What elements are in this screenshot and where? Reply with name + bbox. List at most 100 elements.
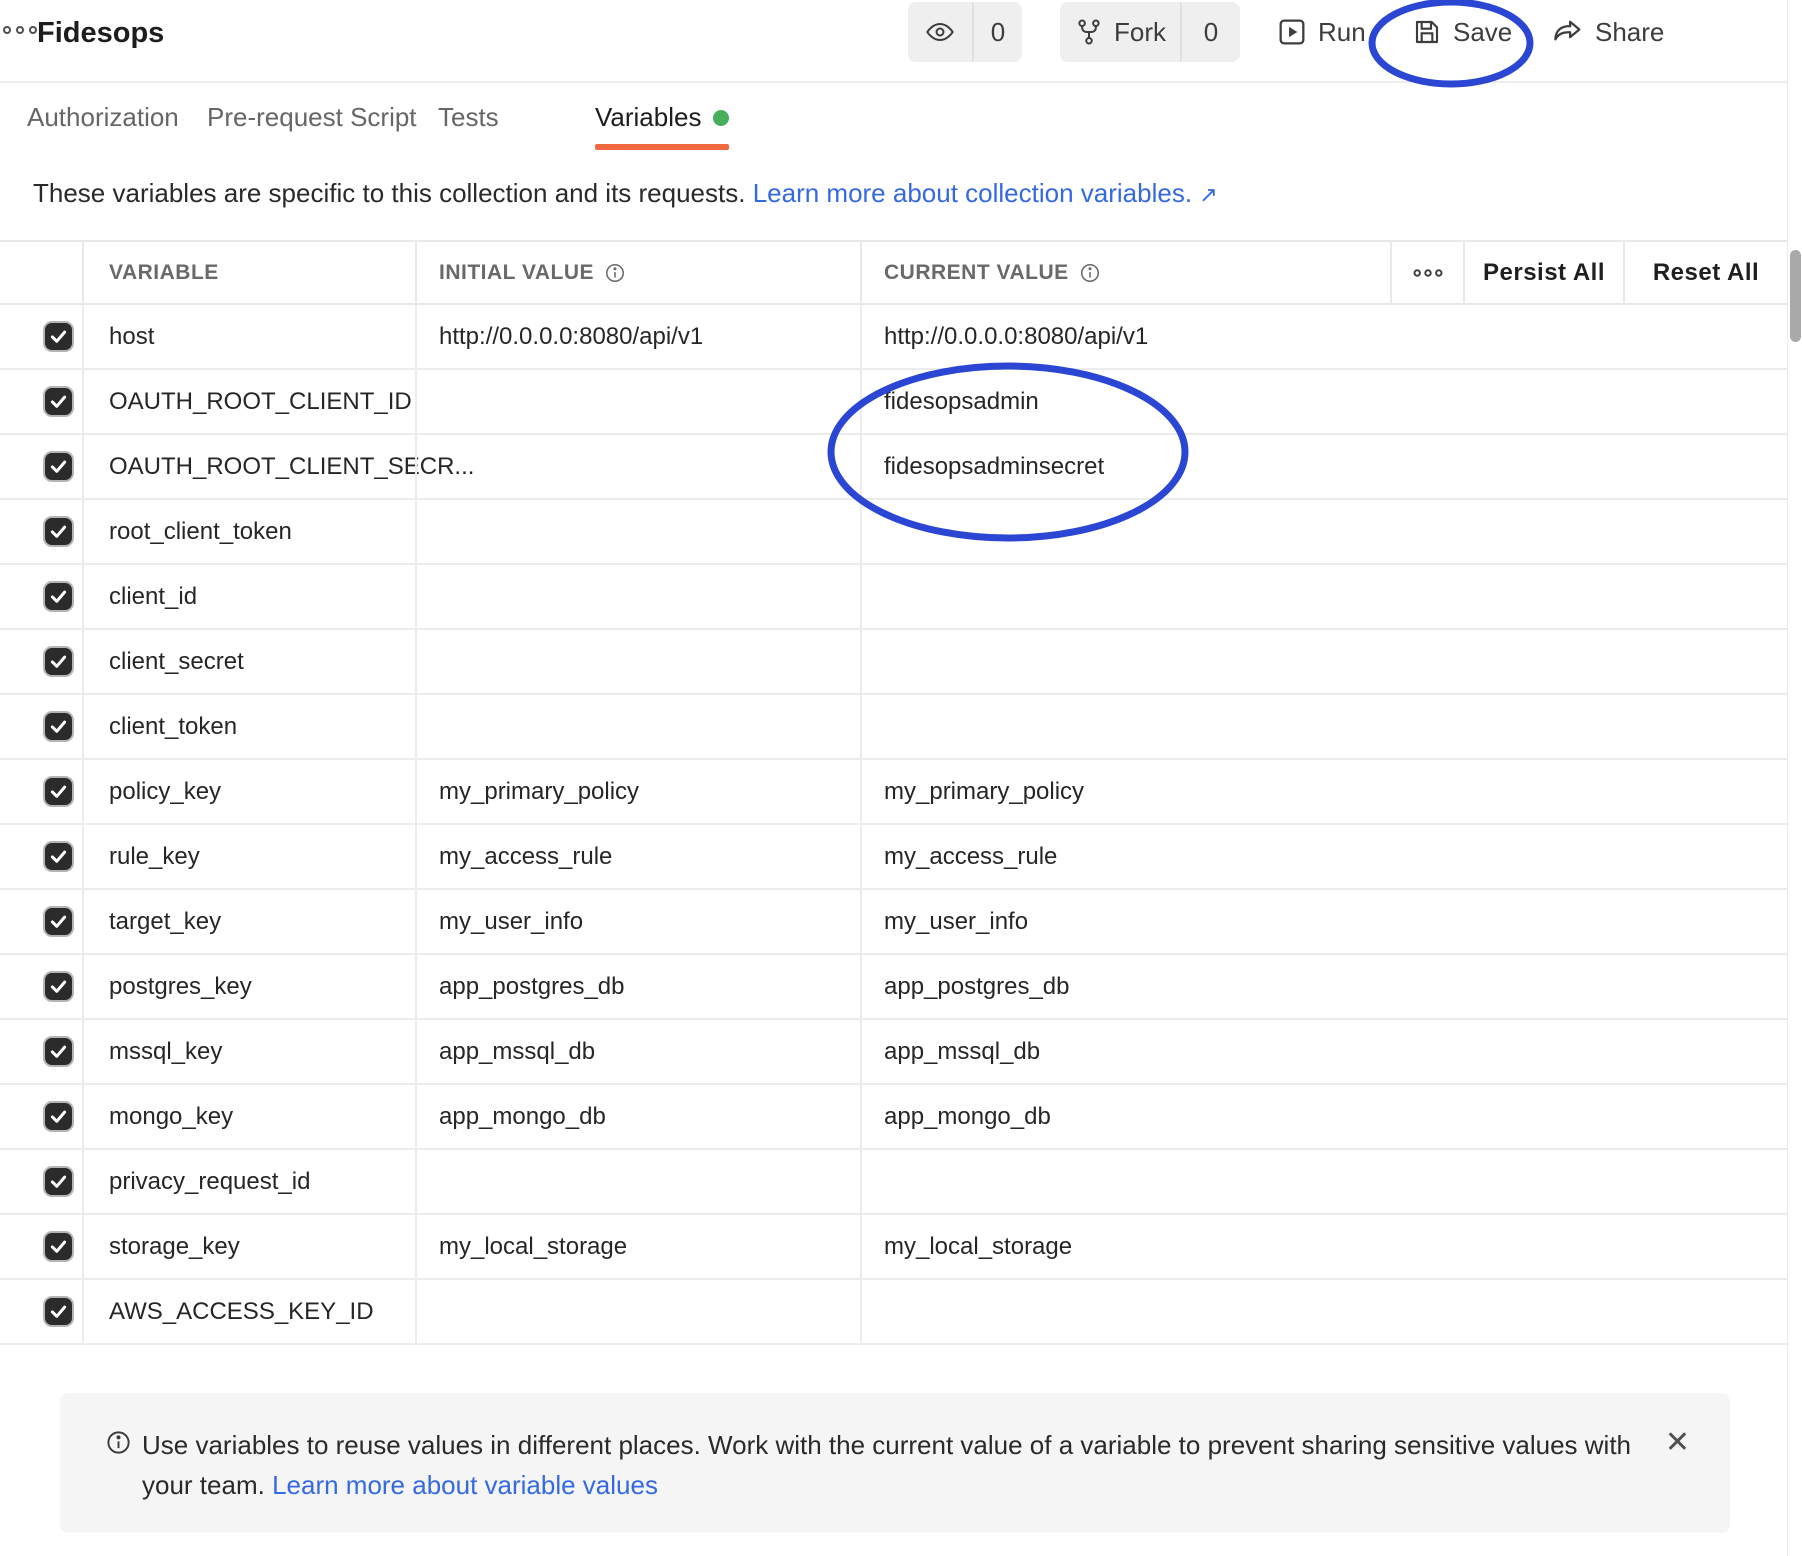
variable-name-cell[interactable]: policy_key: [82, 760, 415, 823]
row-enabled-checkbox[interactable]: [43, 711, 74, 742]
current-value-cell[interactable]: app_mssql_db: [860, 1020, 1788, 1083]
row-enabled-checkbox[interactable]: [43, 971, 74, 1002]
scrollbar-thumb[interactable]: [1790, 250, 1801, 342]
row-enabled-checkbox[interactable]: [43, 1231, 74, 1262]
row-enabled-checkbox[interactable]: [43, 451, 74, 482]
variable-name-cell[interactable]: client_id: [82, 565, 415, 628]
collection-variables-link[interactable]: Learn more about collection variables.: [753, 178, 1192, 208]
current-value-cell[interactable]: [860, 1150, 1788, 1213]
three-dots-icon: [0, 20, 40, 40]
tab-pre-request-script[interactable]: Pre-request Script: [207, 85, 417, 150]
initial-value-cell[interactable]: my_local_storage: [415, 1215, 860, 1278]
current-value-cell[interactable]: fidesopsadmin: [860, 370, 1788, 433]
initial-value-cell[interactable]: app_mongo_db: [415, 1085, 860, 1148]
variable-name-cell[interactable]: client_secret: [82, 630, 415, 693]
variable-name-cell[interactable]: client_token: [82, 695, 415, 758]
external-link-icon: ↗: [1199, 182, 1217, 207]
initial-value-cell[interactable]: my_user_info: [415, 890, 860, 953]
initial-value-cell[interactable]: my_primary_policy: [415, 760, 860, 823]
eye-icon: [924, 16, 956, 48]
current-value-cell[interactable]: [860, 695, 1788, 758]
variable-name-cell[interactable]: rule_key: [82, 825, 415, 888]
current-value-cell[interactable]: my_local_storage: [860, 1215, 1788, 1278]
scrollbar-track: [1787, 0, 1802, 1556]
share-button[interactable]: Share: [1551, 2, 1664, 62]
row-enabled-checkbox[interactable]: [43, 1036, 74, 1067]
watch-button[interactable]: [908, 2, 972, 62]
fork-widget[interactable]: Fork 0: [1060, 2, 1240, 62]
current-value-cell[interactable]: my_access_rule: [860, 825, 1788, 888]
row-enabled-checkbox[interactable]: [43, 906, 74, 937]
info-circle-icon[interactable]: [604, 262, 626, 284]
toolbar-more-button[interactable]: [0, 0, 1802, 60]
variable-name-cell[interactable]: storage_key: [82, 1215, 415, 1278]
tab-authorization[interactable]: Authorization: [27, 85, 179, 150]
variable-name-cell[interactable]: AWS_ACCESS_KEY_ID: [82, 1280, 415, 1343]
checkmark-icon: [48, 586, 69, 607]
current-value-cell[interactable]: [860, 565, 1788, 628]
current-value-cell[interactable]: [860, 500, 1788, 563]
current-value-cell[interactable]: [860, 1280, 1788, 1343]
initial-value-cell[interactable]: [415, 1280, 860, 1343]
row-enabled-checkbox[interactable]: [43, 776, 74, 807]
row-enabled-checkbox[interactable]: [43, 516, 74, 547]
row-enabled-checkbox[interactable]: [43, 1296, 74, 1327]
current-value-cell[interactable]: fidesopsadminsecret: [860, 435, 1788, 498]
fork-count[interactable]: 0: [1182, 2, 1240, 62]
variable-values-link[interactable]: Learn more about variable values: [272, 1470, 658, 1500]
variable-row: mssql_key app_mssql_db app_mssql_db: [0, 1020, 1788, 1085]
tab-variables[interactable]: Variables: [595, 85, 729, 150]
variables-editor-page: Fidesops 0: [0, 0, 1802, 1556]
initial-value-cell[interactable]: my_access_rule: [415, 825, 860, 888]
save-label: Save: [1453, 17, 1512, 48]
initial-value-cell[interactable]: [415, 1150, 860, 1213]
variable-name-cell[interactable]: OAUTH_ROOT_CLIENT_ID: [82, 370, 415, 433]
close-icon[interactable]: ✕: [1665, 1425, 1690, 1460]
checkmark-icon: [48, 911, 69, 932]
variable-row: client_secret: [0, 630, 1788, 695]
current-value-cell[interactable]: my_primary_policy: [860, 760, 1788, 823]
initial-value-cell[interactable]: [415, 435, 860, 498]
banner-text: Use variables to reuse values in differe…: [142, 1425, 1631, 1505]
info-circle-icon[interactable]: [1079, 262, 1101, 284]
current-value-cell[interactable]: app_mongo_db: [860, 1085, 1788, 1148]
row-enabled-checkbox[interactable]: [43, 1166, 74, 1197]
fork-label: Fork: [1114, 17, 1166, 48]
initial-value-cell[interactable]: http://0.0.0.0:8080/api/v1: [415, 305, 860, 368]
initial-value-cell[interactable]: app_mssql_db: [415, 1020, 860, 1083]
variable-name-cell[interactable]: mssql_key: [82, 1020, 415, 1083]
save-button[interactable]: Save: [1411, 2, 1512, 62]
persist-all-button[interactable]: Persist All: [1463, 242, 1623, 303]
initial-value-cell[interactable]: app_postgres_db: [415, 955, 860, 1018]
variable-name-cell[interactable]: host: [82, 305, 415, 368]
current-value-cell[interactable]: [860, 630, 1788, 693]
current-value-cell[interactable]: my_user_info: [860, 890, 1788, 953]
watch-count[interactable]: 0: [974, 2, 1022, 62]
variable-name-cell[interactable]: mongo_key: [82, 1085, 415, 1148]
fork-button[interactable]: Fork: [1060, 2, 1180, 62]
row-enabled-checkbox[interactable]: [43, 841, 74, 872]
run-button[interactable]: Run: [1276, 2, 1366, 62]
variable-name-cell[interactable]: privacy_request_id: [82, 1150, 415, 1213]
checkmark-icon: [48, 326, 69, 347]
initial-value-cell[interactable]: [415, 630, 860, 693]
row-enabled-checkbox[interactable]: [43, 321, 74, 352]
initial-value-cell[interactable]: [415, 695, 860, 758]
watch-widget[interactable]: 0: [908, 2, 1022, 62]
initial-value-cell[interactable]: [415, 500, 860, 563]
current-value-cell[interactable]: http://0.0.0.0:8080/api/v1: [860, 305, 1788, 368]
tab-tests[interactable]: Tests: [438, 85, 499, 150]
current-value-cell[interactable]: app_postgres_db: [860, 955, 1788, 1018]
row-enabled-checkbox[interactable]: [43, 581, 74, 612]
variable-name-cell[interactable]: root_client_token: [82, 500, 415, 563]
row-enabled-checkbox[interactable]: [43, 646, 74, 677]
variable-name-cell[interactable]: OAUTH_ROOT_CLIENT_SECR...: [82, 435, 415, 498]
reset-all-button[interactable]: Reset All: [1623, 242, 1787, 303]
table-more-options-button[interactable]: [1390, 242, 1463, 303]
initial-value-cell[interactable]: [415, 370, 860, 433]
variable-name-cell[interactable]: target_key: [82, 890, 415, 953]
row-enabled-checkbox[interactable]: [43, 386, 74, 417]
initial-value-cell[interactable]: [415, 565, 860, 628]
row-enabled-checkbox[interactable]: [43, 1101, 74, 1132]
variable-name-cell[interactable]: postgres_key: [82, 955, 415, 1018]
